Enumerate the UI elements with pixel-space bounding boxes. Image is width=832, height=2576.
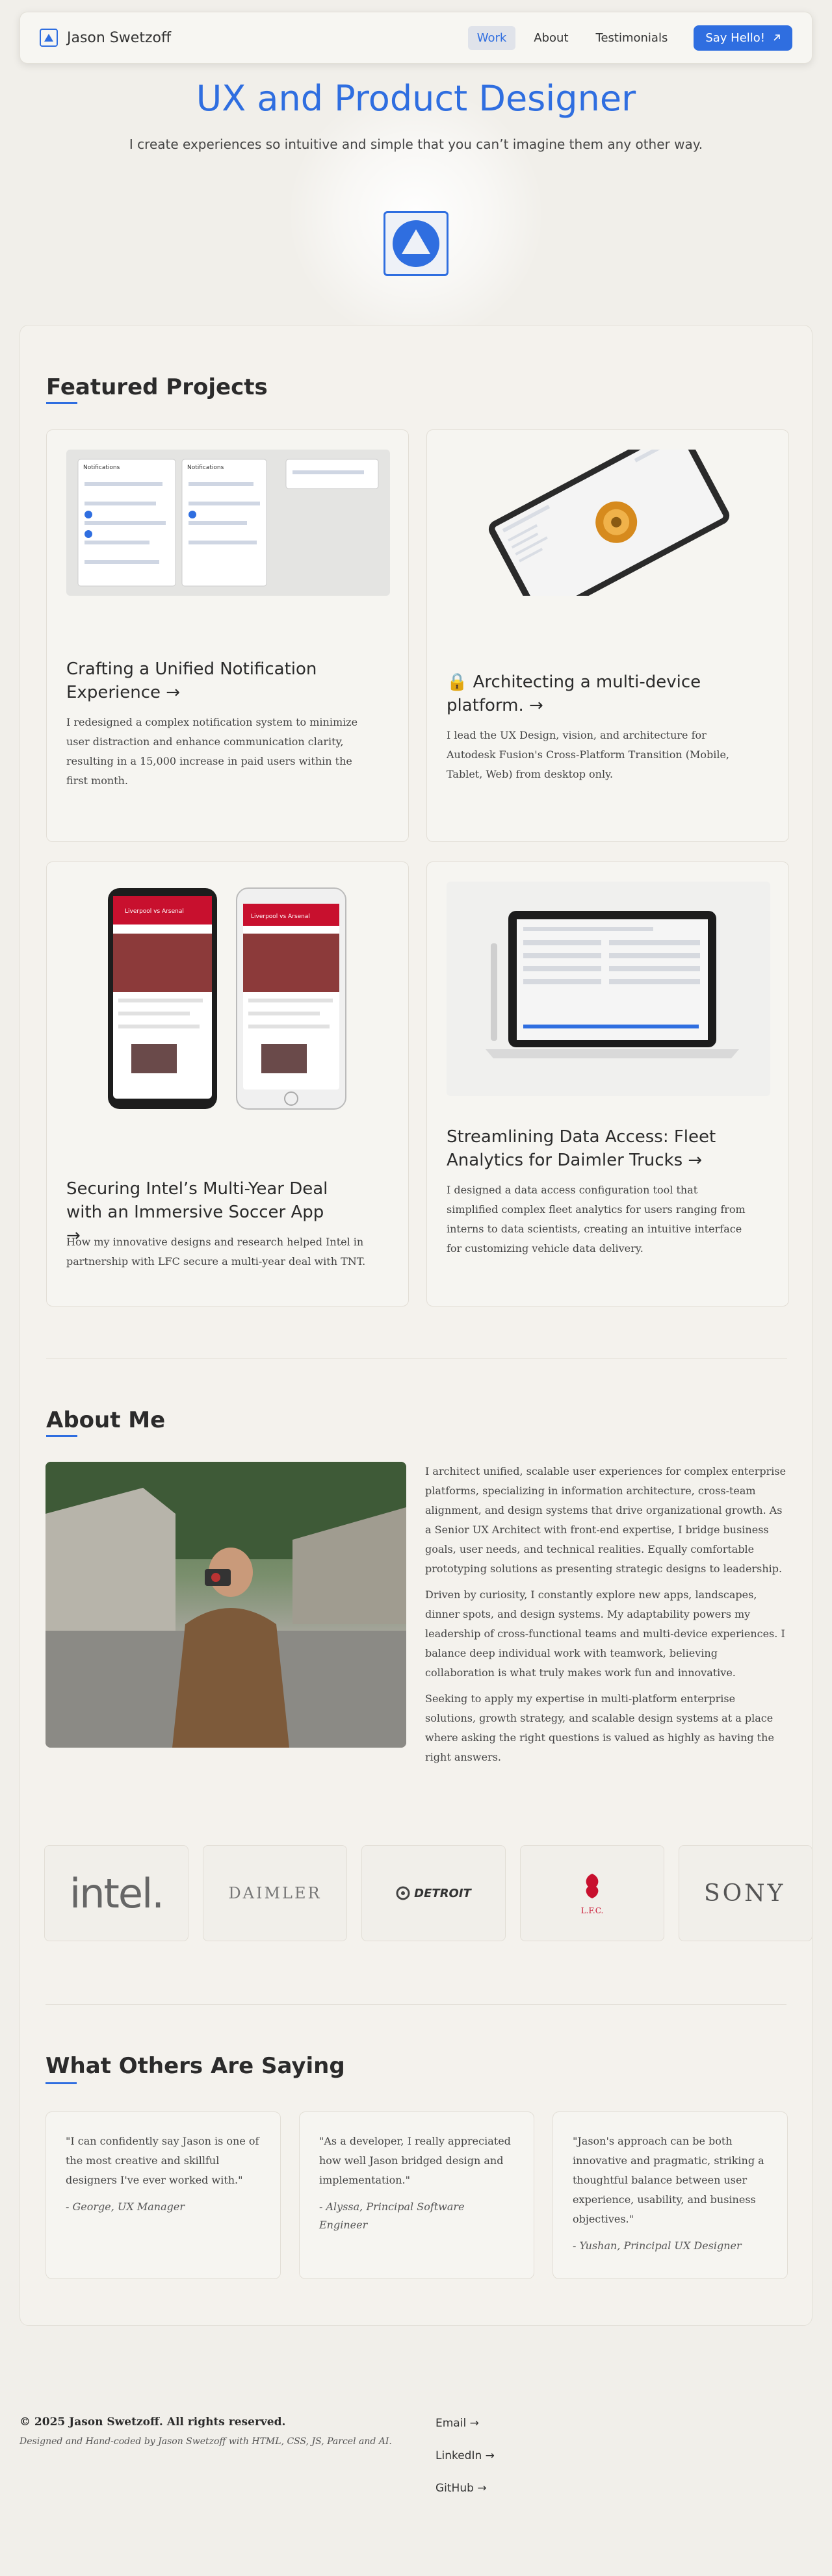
nav-work[interactable]: Work (467, 25, 516, 50)
profile-photo (46, 1462, 406, 1748)
svg-text:Notifications: Notifications (187, 465, 224, 471)
testimonial-card: "I can confidently say Jason is one of t… (46, 2111, 281, 2279)
title-underline (46, 402, 77, 404)
project-card-autodesk[interactable]: 🔒 Architecting a multi-device platform. … (426, 425, 789, 842)
testimonials-title: What Others Are Saying (46, 2053, 345, 2079)
tablet-thumbnail (447, 425, 770, 620)
project-desc-notifications: I redesigned a complex notification syst… (66, 716, 358, 787)
site-name: Jason Swetzoff (67, 29, 172, 46)
project-desc-daimler: I designed a data access configuration t… (447, 1184, 746, 1255)
nav-testimonials[interactable]: Testimonials (587, 26, 677, 50)
testimonials-underline (46, 2082, 77, 2084)
liverbird-icon (586, 1874, 599, 1898)
soccer-app-thumbnail: Liverpool vs Arsenal Liverpool vs Arsena… (66, 882, 390, 1116)
project-card-notifications[interactable]: Notifications Notifications Crafting a U… (46, 429, 409, 842)
section-divider (46, 1358, 787, 1359)
project-desc-autodesk: I lead the UX Design, vision, and archit… (447, 729, 730, 780)
project-title-notifications[interactable]: Crafting a Unified Notification Experien… (66, 657, 339, 704)
top-nav: Jason Swetzoff Work About Testimonials S… (20, 12, 812, 64)
testimonial-quote: "Jason's approach can be both innovative… (573, 2135, 764, 2225)
featured-projects-title: Featured Projects (46, 374, 268, 400)
project-title-daimler[interactable]: Streamlining Data Access: Fleet Analytic… (447, 1125, 746, 1172)
laptop-thumbnail (447, 882, 770, 1096)
client-logo-daimler: DAIMLER (203, 1845, 347, 1941)
hero-title: UX and Product Designer (196, 78, 636, 119)
footer-note: Designed and Hand-coded by Jason Swetzof… (20, 2436, 392, 2447)
logo[interactable]: Jason Swetzoff (40, 29, 171, 47)
footer-copyright: © 2025 Jason Swetzoff. All rights reserv… (20, 2416, 286, 2429)
section-divider-2 (46, 2004, 786, 2005)
project-card-daimler[interactable]: Streamlining Data Access: Fleet Analytic… (426, 861, 789, 1307)
hero-logo-icon (384, 211, 448, 276)
say-hello-label: Say Hello! (705, 31, 765, 45)
footer-email-link[interactable]: Email → (436, 2417, 479, 2430)
about-title: About Me (46, 1407, 166, 1433)
about-paragraph-1: I architect unified, scalable user exper… (425, 1465, 786, 1575)
client-logo-lfc: L.F.C. (520, 1845, 664, 1941)
about-text: I architect unified, scalable user exper… (425, 1462, 789, 1774)
svg-text:Notifications: Notifications (83, 465, 120, 471)
client-logo-intel: intel. (44, 1845, 188, 1941)
testimonial-card: "Jason's approach can be both innovative… (552, 2111, 788, 2279)
triangle-logo-icon (40, 29, 58, 47)
liverpool-label-a: Liverpool vs Arsenal (125, 908, 184, 915)
footer-github-link[interactable]: GitHub → (436, 2482, 487, 2495)
notifications-thumbnail: Notifications Notifications (66, 450, 390, 596)
project-desc-intel: How my innovative designs and research h… (66, 1236, 366, 1268)
project-title-autodesk[interactable]: 🔒 Architecting a multi-device platform. … (447, 670, 720, 717)
liverpool-label-b: Liverpool vs Arsenal (251, 913, 310, 920)
testimonial-author: - Yushan, Principal UX Designer (573, 2239, 742, 2252)
testimonial-quote: "As a developer, I really appreciated ho… (319, 2135, 511, 2186)
say-hello-button[interactable]: Say Hello! (694, 25, 792, 51)
testimonial-quote: "I can confidently say Jason is one of t… (66, 2135, 259, 2186)
footer-linkedin-link[interactable]: LinkedIn → (436, 2449, 495, 2462)
testimonial-author: - George, UX Manager (66, 2200, 185, 2213)
client-logo-sony: SONY (679, 1845, 812, 1941)
nav-about[interactable]: About (525, 26, 577, 50)
hero-subtitle: I create experiences so intuitive and si… (129, 136, 703, 152)
client-logo-detroit: DETROIT (361, 1845, 506, 1941)
about-paragraph-2: Driven by curiosity, I constantly explor… (425, 1588, 785, 1679)
detroit-ring-icon (396, 1886, 410, 1900)
testimonial-author: - Alyssa, Principal Software Engineer (319, 2200, 465, 2231)
testimonial-card: "As a developer, I really appreciated ho… (299, 2111, 534, 2279)
arrow-up-right-icon (773, 31, 781, 45)
project-card-intel-lfc[interactable]: Liverpool vs Arsenal Liverpool vs Arsena… (46, 861, 409, 1307)
main-panel: Featured Projects Notifications Notifica… (20, 325, 812, 2326)
about-underline (46, 1435, 77, 1437)
about-paragraph-3: Seeking to apply my expertise in multi-p… (425, 1692, 774, 1763)
